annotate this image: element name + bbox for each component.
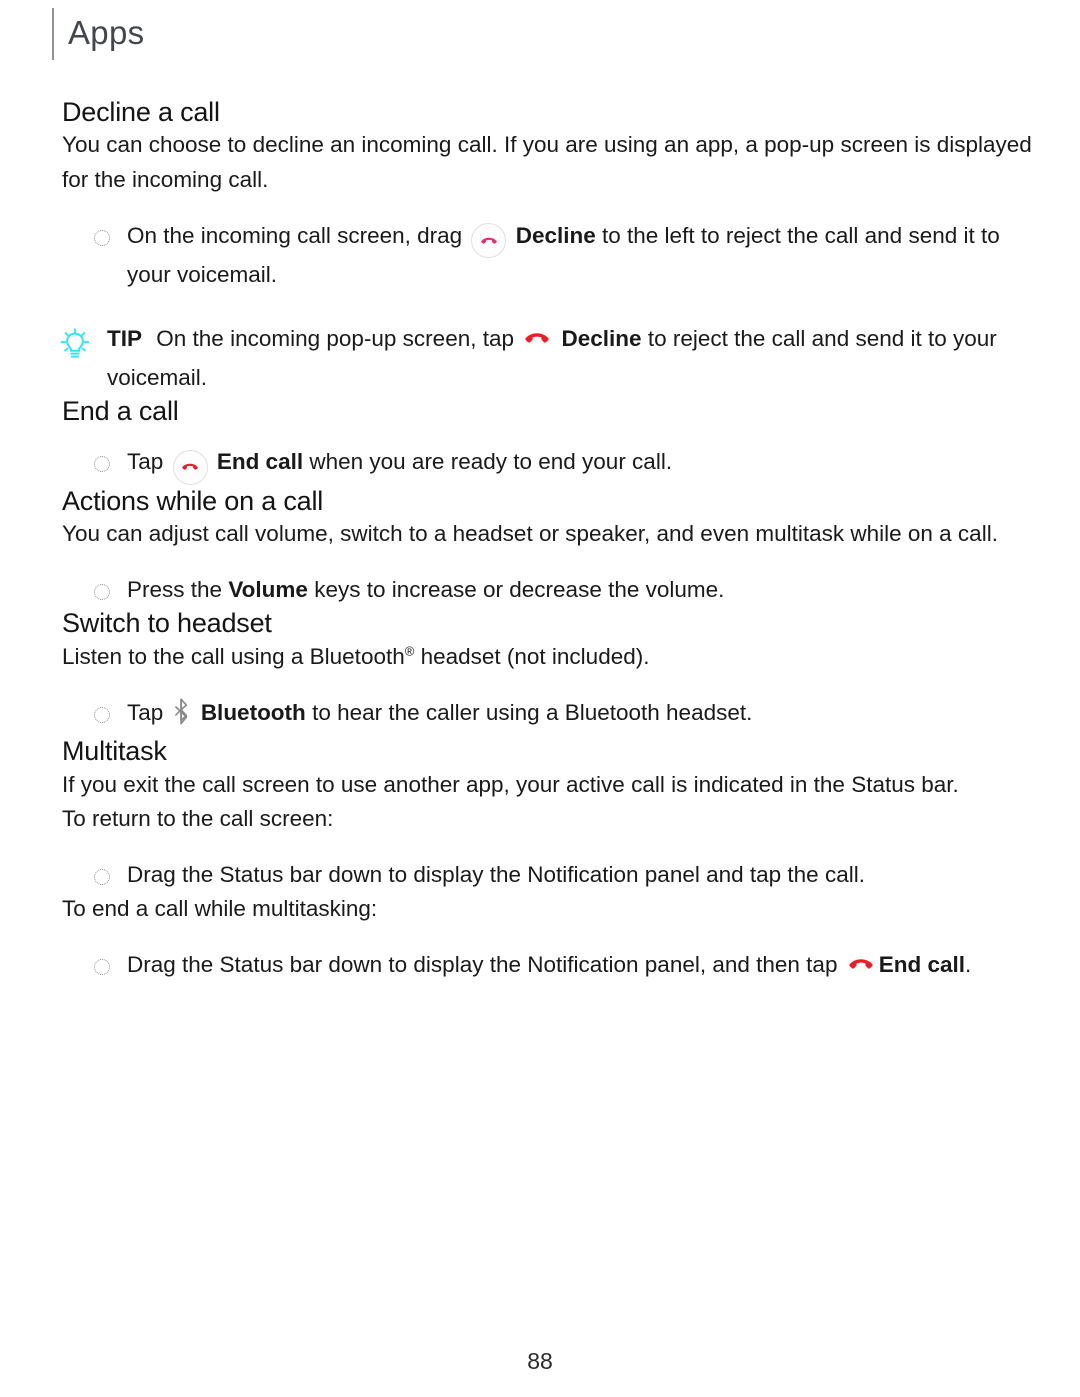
bullet-marker-icon	[94, 869, 110, 886]
page-title: Apps	[68, 13, 145, 51]
paragraph-actions-intro: You can adjust call volume, switch to a …	[62, 521, 998, 547]
list-item-text-post: .	[965, 952, 972, 978]
list-item-text-post: keys to increase or decrease the volume.	[314, 577, 725, 603]
page-content: Decline a call You can choose to decline…	[60, 96, 1032, 987]
list-item-text-bold: Bluetooth	[200, 700, 306, 726]
list-item: Drag the Status bar down to display the …	[94, 948, 1032, 986]
bullet-marker-icon	[94, 584, 110, 601]
paragraph-headset-post: headset (not included).	[414, 643, 650, 669]
list-item-text-bold: Decline	[515, 222, 596, 248]
list-item-text-pre: Tap	[127, 449, 164, 475]
list-item-text: Tap End call when you are ready to end y…	[127, 445, 1032, 485]
heading-end-a-call: End a call	[62, 395, 179, 426]
bluetooth-icon	[172, 698, 191, 735]
tip-text-pre: On the incoming pop-up screen, tap	[156, 326, 514, 352]
list-item-text-post: to hear the caller using a Bluetooth hea…	[312, 700, 753, 726]
registered-mark: ®	[404, 643, 415, 659]
tip-callout: TIP On the incoming pop-up screen, tap D…	[58, 322, 1032, 394]
lightbulb-icon	[58, 327, 92, 361]
page-number: 88	[527, 1348, 553, 1374]
list-item-text: Press the Volume keys to increase or dec…	[127, 573, 1032, 607]
list-item-text: On the incoming call screen, drag Declin…	[127, 219, 1032, 293]
list-item: Press the Volume keys to increase or dec…	[94, 573, 1032, 607]
phone-decline-icon	[522, 326, 552, 360]
list-item: On the incoming call screen, drag Declin…	[94, 219, 1032, 293]
bullet-marker-icon	[94, 456, 110, 473]
list-item-text: Tap Bluetooth to hear the caller using a…	[127, 696, 1032, 735]
heading-decline-a-call: Decline a call	[62, 97, 220, 127]
heading-actions-while-on-a-call: Actions while on a call	[62, 485, 324, 516]
page-header: Apps	[52, 8, 144, 60]
phone-decline-icon	[471, 223, 507, 259]
list-item-text-bold: Volume	[228, 577, 308, 603]
list-item-text: Drag the Status bar down to display the …	[127, 862, 865, 888]
list-item-text-post: when you are ready to end your call.	[309, 449, 673, 475]
list-item: Tap Bluetooth to hear the caller using a…	[94, 696, 1032, 735]
heading-switch-to-headset: Switch to headset	[62, 608, 272, 639]
tip-text: TIP On the incoming pop-up screen, tap D…	[107, 322, 1032, 394]
paragraph-decline-intro: You can choose to decline an incoming ca…	[62, 132, 1032, 192]
list-item-text-pre: Drag the Status bar down to display the …	[127, 952, 838, 978]
list-item-text-bold: End call	[216, 449, 304, 475]
list-item-text-pre: Press the	[127, 577, 223, 603]
list-item-text-bold: End call	[878, 952, 965, 978]
phone-end-call-icon	[846, 952, 876, 986]
bullet-marker-icon	[94, 229, 110, 246]
paragraph-headset-intro: Listen to the call using a Bluetooth® he…	[62, 640, 1032, 674]
phone-end-call-icon	[172, 449, 208, 485]
paragraph-end-lead: To end a call while multitasking:	[62, 896, 378, 922]
tip-text-bold: Decline	[561, 326, 642, 352]
heading-multitask: Multitask	[62, 736, 167, 767]
paragraph-return-lead: To return to the call screen:	[62, 805, 334, 831]
list-item-text-pre: On the incoming call screen, drag	[127, 222, 463, 248]
paragraph-headset-pre: Listen to the call using a Bluetooth	[62, 643, 405, 669]
list-item: Tap End call when you are ready to end y…	[94, 445, 1032, 485]
bullet-marker-icon	[94, 959, 110, 976]
bullet-marker-icon	[94, 707, 110, 724]
header-divider-rule	[52, 8, 54, 60]
list-item: Drag the Status bar down to display the …	[94, 858, 1032, 892]
tip-label: TIP	[107, 326, 143, 352]
list-item-text: Drag the Status bar down to display the …	[127, 948, 1032, 986]
list-item-text-pre: Tap	[127, 700, 164, 726]
paragraph-multitask-intro: If you exit the call screen to use anoth…	[62, 771, 959, 797]
